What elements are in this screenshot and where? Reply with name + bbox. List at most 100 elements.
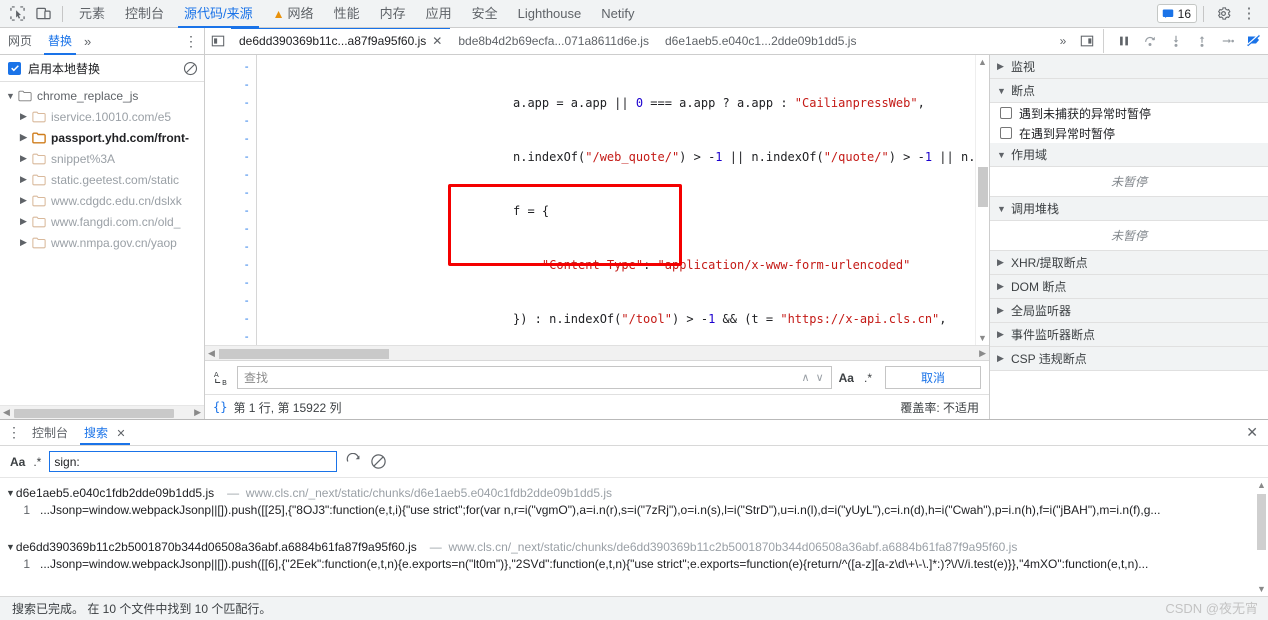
chevron-right-icon[interactable]: ▶	[20, 153, 32, 164]
chevron-right-icon[interactable]: ▶	[20, 174, 32, 185]
tab-netify[interactable]: Netify	[591, 0, 644, 28]
search-input[interactable]: sign:	[49, 451, 338, 472]
chevron-right-icon[interactable]: ▶	[20, 132, 32, 143]
scrollbar-thumb[interactable]	[14, 409, 174, 418]
chevron-right-icon[interactable]: ▶	[997, 61, 1011, 72]
scroll-left-icon[interactable]: ◀	[208, 348, 215, 359]
code-editor[interactable]: - - - - - - - - - - - - - - - - a.app = …	[205, 55, 989, 345]
section-event-listener-breakpoints[interactable]: ▶ 事件监听器断点	[990, 323, 1268, 347]
section-watch[interactable]: ▶ 监视	[990, 55, 1268, 79]
pretty-print-icon[interactable]: {}	[213, 400, 227, 414]
search-result-file[interactable]: ▼ d6e1aeb5.e040c1fdb2dde09b1dd5.js — www…	[0, 482, 1268, 503]
close-icon[interactable]: ✕	[432, 34, 442, 48]
search-result-file[interactable]: ▼ de6dd390369b11c2b5001870b344d06508a36a…	[0, 536, 1268, 557]
editor-tab-3[interactable]: d6e1aeb5.e040c1...2dde09b1dd5.js	[657, 28, 865, 54]
navigator-hscrollbar[interactable]: ◀ ▶	[0, 405, 204, 419]
chevron-right-icon[interactable]: ▶	[997, 353, 1011, 364]
section-global-listeners[interactable]: ▶ 全局监听器	[990, 299, 1268, 323]
enable-overrides-checkbox[interactable]	[8, 61, 21, 75]
scroll-left-icon[interactable]: ◀	[3, 407, 10, 418]
drawer-tab-console[interactable]: 控制台	[24, 420, 76, 445]
chevron-down-icon[interactable]: ▼	[6, 488, 15, 498]
tree-item-4[interactable]: ▶ www.cdgdc.edu.cn/dslxk	[0, 190, 204, 211]
scrollbar-thumb[interactable]	[219, 349, 389, 359]
nav-tab-overrides[interactable]: 替换	[40, 28, 80, 55]
issues-badge[interactable]: 16	[1156, 4, 1197, 23]
checkbox[interactable]	[1000, 107, 1012, 119]
chevron-down-icon[interactable]: ▼	[6, 91, 18, 101]
nav-tab-page[interactable]: 网页	[0, 28, 40, 54]
section-dom-breakpoints[interactable]: ▶ DOM 断点	[990, 275, 1268, 299]
tab-memory[interactable]: 内存	[370, 0, 416, 28]
cancel-button[interactable]: 取消	[885, 366, 981, 389]
navigator-kebab-icon[interactable]: ⋮	[184, 33, 198, 50]
scroll-down-icon[interactable]: ▼	[978, 333, 987, 343]
section-scope[interactable]: ▼ 作用域	[990, 143, 1268, 167]
tree-item-6[interactable]: ▶ www.nmpa.gov.cn/yaop	[0, 232, 204, 253]
chevron-right-icon[interactable]: ▶	[20, 111, 32, 122]
search-results[interactable]: ▼ d6e1aeb5.e040c1fdb2dde09b1dd5.js — www…	[0, 478, 1268, 596]
pause-exceptions-row[interactable]: 在遇到异常时暂停	[990, 123, 1268, 143]
device-toolbar-icon[interactable]	[30, 2, 56, 26]
more-editor-tabs-icon[interactable]: »	[1051, 29, 1075, 53]
step-icon[interactable]	[1216, 29, 1240, 53]
editor-hscrollbar[interactable]: ◀ ▶	[205, 345, 989, 360]
clear-icon[interactable]	[370, 453, 387, 470]
tab-network[interactable]: ▲ 网络	[263, 0, 324, 28]
step-into-icon[interactable]	[1164, 29, 1188, 53]
chevron-down-icon[interactable]: ▼	[997, 204, 1011, 214]
scroll-up-icon[interactable]: ▲	[978, 57, 987, 67]
close-drawer-icon[interactable]: ✕	[1246, 424, 1258, 441]
chevron-right-icon[interactable]: ▶	[997, 281, 1011, 292]
chevron-right-icon[interactable]: ▶	[997, 305, 1011, 316]
scroll-right-icon[interactable]: ▶	[194, 407, 201, 418]
tree-item-3[interactable]: ▶ static.geetest.com/static	[0, 169, 204, 190]
find-prev-icon[interactable]: ∧	[799, 371, 813, 384]
tree-root[interactable]: ▼ chrome_replace_js	[0, 85, 204, 106]
search-regex-button[interactable]: .*	[33, 455, 41, 469]
tab-sources[interactable]: 源代码/来源	[174, 0, 263, 28]
deactivate-breakpoints-icon[interactable]	[1242, 29, 1266, 53]
chevron-down-icon[interactable]: ▼	[997, 86, 1011, 96]
section-xhr-breakpoints[interactable]: ▶ XHR/提取断点	[990, 251, 1268, 275]
tab-performance[interactable]: 性能	[324, 0, 370, 28]
refresh-icon[interactable]	[345, 453, 362, 470]
find-match-case-button[interactable]: Aa	[836, 371, 857, 385]
gear-icon[interactable]	[1210, 2, 1236, 26]
tree-item-2[interactable]: ▶ snippet%3A	[0, 148, 204, 169]
show-more-tabs-icon[interactable]	[1075, 29, 1099, 53]
more-nav-tabs-icon[interactable]: »	[80, 34, 95, 49]
find-regex-button[interactable]: .*	[861, 371, 875, 385]
inspect-icon[interactable]	[4, 2, 30, 26]
tab-elements[interactable]: 元素	[69, 0, 115, 28]
scrollbar-thumb[interactable]	[1257, 494, 1266, 550]
drawer-kebab-icon[interactable]: ⋮	[4, 424, 24, 441]
chevron-down-icon[interactable]: ▼	[997, 150, 1011, 160]
scrollbar-thumb[interactable]	[978, 167, 988, 207]
tab-application[interactable]: 应用	[416, 0, 462, 28]
chevron-right-icon[interactable]: ▶	[20, 195, 32, 206]
chevron-right-icon[interactable]: ▶	[20, 216, 32, 227]
chevron-right-icon[interactable]: ▶	[20, 237, 32, 248]
search-result-line[interactable]: 1 ...Jsonp=window.webpackJsonp||[]).push…	[0, 503, 1268, 524]
chevron-right-icon[interactable]: ▶	[997, 329, 1011, 340]
tab-console[interactable]: 控制台	[115, 0, 174, 28]
toggle-navigator-icon[interactable]	[205, 34, 231, 48]
clear-overrides-icon[interactable]	[183, 61, 198, 76]
step-out-icon[interactable]	[1190, 29, 1214, 53]
search-result-line[interactable]: 1 ...Jsonp=window.webpackJsonp||[]).push…	[0, 557, 1268, 578]
code-content[interactable]: a.app = a.app || 0 === a.app ? a.app : "…	[257, 55, 989, 345]
find-input[interactable]: 查找 ∧ ∨	[237, 366, 832, 389]
editor-vscrollbar[interactable]: ▲ ▼	[975, 55, 989, 345]
search-match-case-button[interactable]: Aa	[10, 455, 25, 469]
scroll-right-icon[interactable]: ▶	[979, 348, 986, 359]
pause-uncaught-exceptions-row[interactable]: 遇到未捕获的异常时暂停	[990, 103, 1268, 123]
drawer-tab-search[interactable]: 搜索 ✕	[76, 420, 134, 445]
tab-security[interactable]: 安全	[462, 0, 508, 28]
pause-resume-icon[interactable]	[1112, 29, 1136, 53]
scroll-up-icon[interactable]: ▲	[1257, 480, 1266, 490]
tree-item-1[interactable]: ▶ passport.yhd.com/front-	[0, 127, 204, 148]
results-vscrollbar[interactable]: ▲ ▼	[1255, 478, 1268, 596]
editor-tab-2[interactable]: bde8b4d2b69ecfa...071a8611d6e.js	[450, 28, 657, 54]
kebab-icon[interactable]: ⋮	[1236, 2, 1262, 26]
